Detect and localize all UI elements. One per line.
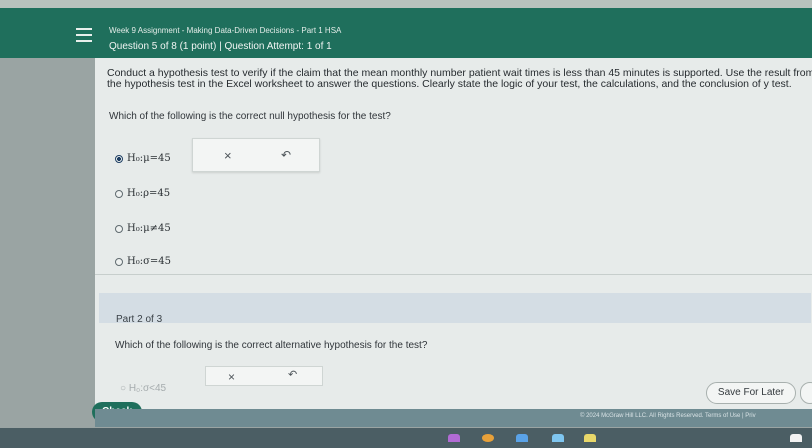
option-2[interactable]: H₀:ρ=45 bbox=[115, 188, 170, 199]
taskbar bbox=[0, 428, 812, 448]
menu-icon[interactable] bbox=[76, 28, 92, 42]
question-prompt: Conduct a hypothesis test to verify if t… bbox=[107, 67, 812, 90]
option-1[interactable]: H₀:μ=45 bbox=[115, 153, 171, 164]
question-panel: Conduct a hypothesis test to verify if t… bbox=[95, 58, 812, 410]
save-for-later-button[interactable]: Save For Later bbox=[706, 382, 796, 404]
section-divider bbox=[95, 274, 812, 275]
option-label: H₀:ρ=45 bbox=[127, 188, 171, 199]
radio-icon[interactable] bbox=[115, 257, 123, 266]
option-4[interactable]: H₀:σ=45 bbox=[115, 256, 171, 267]
radio-selected-icon[interactable] bbox=[115, 154, 123, 163]
part-band bbox=[99, 293, 811, 323]
answer-tools-2: × ↶ bbox=[205, 366, 323, 386]
files-icon[interactable] bbox=[516, 434, 528, 442]
part2-question: Which of the following is the correct al… bbox=[115, 340, 428, 351]
clear-icon[interactable]: × bbox=[228, 370, 235, 384]
radio-icon[interactable] bbox=[115, 189, 123, 198]
clear-icon[interactable]: × bbox=[224, 148, 232, 163]
system-icon[interactable] bbox=[790, 434, 802, 442]
copyright-text: © 2024 McGraw Hill LLC. All Rights Reser… bbox=[580, 413, 756, 419]
assignment-header: Week 9 Assignment - Making Data-Driven D… bbox=[0, 8, 812, 58]
radio-icon[interactable] bbox=[115, 224, 123, 233]
partial-option[interactable]: ○ H₀:σ<45 bbox=[120, 383, 166, 394]
window-top-strip bbox=[0, 0, 812, 8]
assignment-title: Week 9 Assignment - Making Data-Driven D… bbox=[109, 26, 342, 35]
question-info: Question 5 of 8 (1 point) | Question Att… bbox=[109, 41, 332, 52]
option-label: H₀:σ=45 bbox=[127, 256, 172, 267]
option-3[interactable]: H₀:μ≠45 bbox=[115, 223, 171, 234]
option-label: H₀:μ≠45 bbox=[127, 223, 171, 234]
app-icon[interactable] bbox=[552, 434, 564, 442]
app-icon[interactable] bbox=[448, 434, 460, 442]
undo-icon[interactable]: ↶ bbox=[281, 148, 291, 162]
part1-question: Which of the following is the correct nu… bbox=[109, 111, 391, 122]
browser-icon[interactable] bbox=[482, 434, 494, 442]
play-icon[interactable] bbox=[584, 434, 596, 442]
option-label: H₀:μ=45 bbox=[127, 153, 171, 164]
next-button-edge[interactable] bbox=[800, 382, 812, 404]
undo-icon[interactable]: ↶ bbox=[288, 368, 297, 381]
answer-tools: × ↶ bbox=[192, 138, 320, 172]
part-label: Part 2 of 3 bbox=[116, 314, 163, 325]
